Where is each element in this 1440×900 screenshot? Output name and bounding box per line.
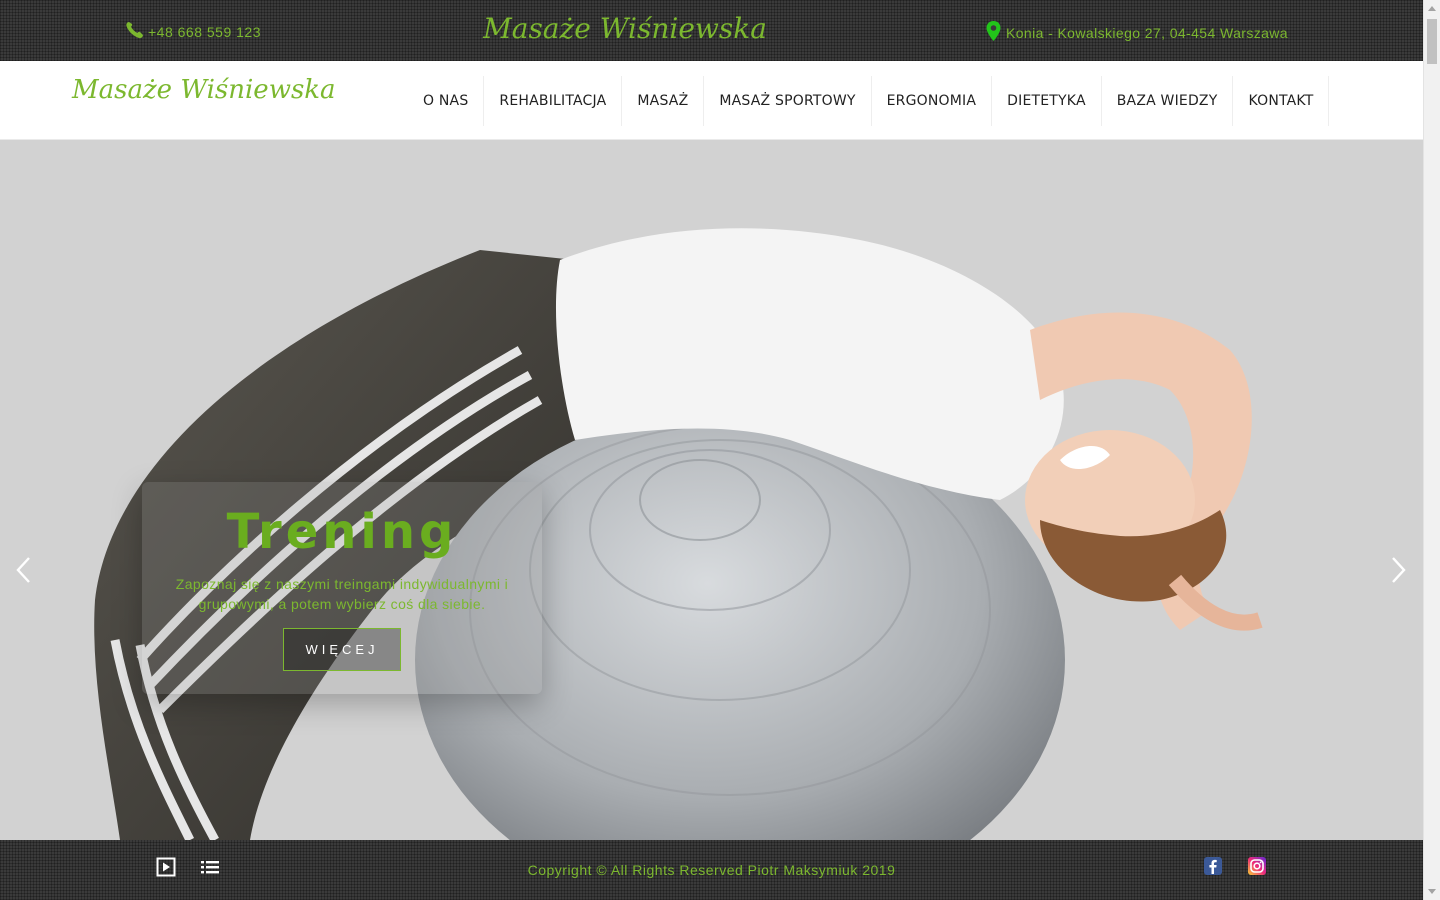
page: +48 668 559 123 Masaże Wiśniewska Konia …: [0, 0, 1423, 900]
address-contact[interactable]: Konia - Kowalskiego 27, 04-454 Warszawa: [985, 20, 1288, 45]
page-scrollbar[interactable]: [1423, 0, 1440, 900]
nav-item-baza-wiedzy[interactable]: BAZA WIEDZY: [1102, 76, 1234, 126]
facebook-icon: [1209, 859, 1217, 874]
slider-next-button[interactable]: [1384, 550, 1414, 590]
scroll-down-button[interactable]: [1424, 883, 1440, 900]
hero-slider: Trening Zapoznaj się z naszymi treingami…: [0, 140, 1423, 840]
caret-down-icon: [1428, 889, 1436, 894]
more-button[interactable]: WIĘCEJ: [283, 628, 401, 671]
slide-title: Trening: [226, 504, 458, 560]
nav-item-ergonomia[interactable]: ERGONOMIA: [872, 76, 993, 126]
scrollbar-thumb[interactable]: [1427, 19, 1437, 64]
top-bar: +48 668 559 123 Masaże Wiśniewska Konia …: [0, 0, 1423, 61]
main-navbar: Masaże Wiśniewska O NAS REHABILITACJA MA…: [0, 61, 1423, 140]
chevron-left-icon: [16, 557, 30, 583]
main-menu: O NAS REHABILITACJA MASAŻ MASAŻ SPORTOWY…: [408, 76, 1330, 126]
address-text: Konia - Kowalskiego 27, 04-454 Warszawa: [1006, 24, 1288, 41]
nav-item-masaz[interactable]: MASAŻ: [622, 76, 705, 126]
nav-item-rehabilitacja[interactable]: REHABILITACJA: [484, 76, 623, 126]
instagram-icon: [1250, 859, 1264, 873]
chevron-right-icon: [1392, 557, 1406, 583]
map-pin-icon: [985, 20, 1002, 45]
footer: Copyright © All Rights Reserved Piotr Ma…: [0, 840, 1423, 900]
nav-item-dietetyka[interactable]: DIETETYKA: [992, 76, 1102, 126]
slide-description: Zapoznaj się z naszymi treingami indywid…: [175, 576, 509, 612]
nav-item-o-nas[interactable]: O NAS: [408, 76, 485, 126]
instagram-link[interactable]: [1248, 857, 1266, 875]
slide-caption: Trening Zapoznaj się z naszymi treingami…: [142, 482, 542, 694]
caret-up-icon: [1428, 6, 1436, 11]
slider-prev-button[interactable]: [8, 550, 38, 590]
facebook-link[interactable]: [1204, 857, 1222, 875]
site-logo[interactable]: Masaże Wiśniewska: [72, 75, 336, 105]
nav-item-masaz-sportowy[interactable]: MASAŻ SPORTOWY: [704, 76, 872, 126]
nav-item-kontakt[interactable]: KONTAKT: [1233, 76, 1330, 126]
scroll-up-button[interactable]: [1424, 0, 1440, 17]
